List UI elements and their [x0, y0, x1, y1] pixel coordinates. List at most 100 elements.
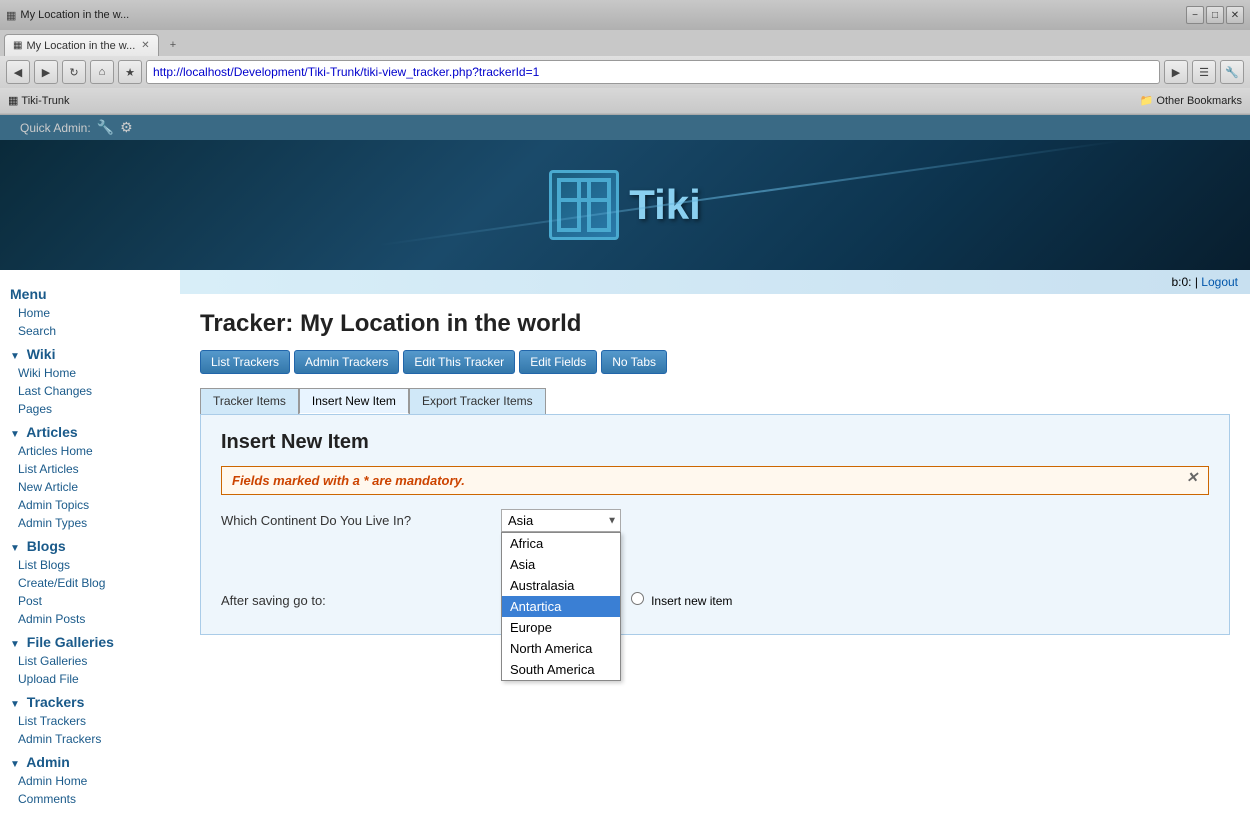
radio-insert-new[interactable]: [631, 592, 644, 605]
window-controls: − □ ✕: [1186, 6, 1244, 24]
sidebar-wiki-title: ▼ Wiki: [0, 340, 180, 364]
logo-icon: [549, 170, 619, 240]
dropdown-option-north-america[interactable]: North America: [502, 638, 620, 659]
bookmark-button[interactable]: ★: [118, 60, 142, 84]
user-info: b:0: |: [1171, 275, 1201, 289]
logout-link[interactable]: Logout: [1201, 275, 1238, 289]
logo-container: Tiki: [549, 170, 701, 240]
content-area: Menu Home Search ▼ Wiki Wiki Home Last C…: [0, 270, 1250, 818]
sidebar-item-create-edit-blog[interactable]: Create/Edit Blog: [0, 574, 180, 592]
form-area: Insert New Item ✕ Fields marked with a *…: [200, 414, 1230, 635]
sidebar-menu-title: Menu: [0, 280, 180, 304]
main-content: b:0: | Logout Tracker: My Location in th…: [180, 270, 1250, 818]
tab-bar: ▦ My Location in the w... ✕ +: [0, 30, 1250, 56]
tab-tracker-items[interactable]: Tracker Items: [200, 388, 299, 414]
sidebar-item-comments[interactable]: Comments: [0, 790, 180, 808]
active-tab[interactable]: ▦ My Location in the w... ✕: [4, 34, 159, 56]
quick-admin-label: Quick Admin:: [20, 121, 91, 135]
dropdown-option-europe[interactable]: Europe: [502, 617, 620, 638]
dropdown-option-africa[interactable]: Africa: [502, 533, 620, 554]
sidebar-item-list-blogs[interactable]: List Blogs: [0, 556, 180, 574]
wiki-triangle-icon: ▼: [10, 351, 20, 362]
radio-insert-text: Insert new item: [651, 594, 732, 608]
tab-title: My Location in the w...: [20, 9, 1186, 21]
continent-select[interactable]: Africa Asia Australasia Antarctica Europ…: [501, 509, 621, 532]
extensions-button[interactable]: 🔧: [1220, 60, 1244, 84]
tabs-bar: Tracker Items Insert New Item Export Tra…: [200, 388, 1230, 414]
form-title: Insert New Item: [221, 431, 1209, 454]
dropdown-option-asia[interactable]: Asia: [502, 554, 620, 575]
sidebar-item-admin-posts[interactable]: Admin Posts: [0, 610, 180, 628]
main-body: Tracker: My Location in the world List T…: [180, 294, 1250, 651]
page-title: Tracker: My Location in the world: [200, 310, 1230, 338]
tab-export-tracker-items[interactable]: Export Tracker Items: [409, 388, 546, 414]
sidebar-item-search[interactable]: Search: [0, 322, 180, 340]
forward-button[interactable]: ▶: [34, 60, 58, 84]
sidebar-articles-title: ▼ Articles: [0, 418, 180, 442]
sidebar-item-last-changes[interactable]: Last Changes: [0, 382, 180, 400]
tab-insert-new-item[interactable]: Insert New Item: [299, 388, 409, 414]
other-bookmarks[interactable]: 📁 Other Bookmarks: [1140, 94, 1242, 107]
url-bar[interactable]: [146, 60, 1160, 84]
new-tab-button[interactable]: +: [161, 34, 185, 56]
logo-text: Tiki: [629, 181, 701, 229]
quick-admin-icon2[interactable]: ⚙: [120, 119, 133, 136]
quick-admin-bar: Quick Admin: 🔧 ⚙: [0, 115, 1250, 140]
sidebar-item-home[interactable]: Home: [0, 304, 180, 322]
articles-triangle-icon: ▼: [10, 429, 20, 440]
tiki-trunk-bookmark[interactable]: ▦ Tiki-Trunk: [8, 94, 69, 107]
edit-tracker-button[interactable]: Edit This Tracker: [403, 350, 515, 374]
home-button[interactable]: ⌂: [90, 60, 114, 84]
sidebar-item-admin-trackers[interactable]: Admin Trackers: [0, 730, 180, 748]
navigate-button[interactable]: ▶: [1164, 60, 1188, 84]
title-bar: ▦ My Location in the w... − □ ✕: [0, 0, 1250, 30]
sidebar-admin-title: ▼ Admin: [0, 748, 180, 772]
close-window-button[interactable]: ✕: [1226, 6, 1244, 24]
list-trackers-button[interactable]: List Trackers: [200, 350, 290, 374]
close-notice-button[interactable]: ✕: [1186, 469, 1198, 486]
trackers-triangle-icon: ▼: [10, 699, 20, 710]
sidebar-item-admin-topics[interactable]: Admin Topics: [0, 496, 180, 514]
tab-close-button[interactable]: ✕: [141, 40, 149, 51]
reload-button[interactable]: ↻: [62, 60, 86, 84]
maximize-button[interactable]: □: [1206, 6, 1224, 24]
sidebar-trackers-title: ▼ Trackers: [0, 688, 180, 712]
continent-label: Which Continent Do You Live In?: [221, 513, 501, 528]
sidebar-item-new-article[interactable]: New Article: [0, 478, 180, 496]
admin-trackers-button[interactable]: Admin Trackers: [294, 350, 399, 374]
dropdown-option-south-america[interactable]: South America: [502, 659, 620, 680]
sidebar-item-articles-home[interactable]: Articles Home: [0, 442, 180, 460]
folder-icon: 📁: [1140, 94, 1154, 107]
blogs-triangle-icon: ▼: [10, 543, 20, 554]
sidebar-item-post[interactable]: Post: [0, 592, 180, 610]
browser-icon: ▦: [6, 9, 16, 22]
minimize-button[interactable]: −: [1186, 6, 1204, 24]
dropdown-option-antarctica[interactable]: Antartica: [502, 596, 620, 617]
admin-triangle-icon: ▼: [10, 759, 20, 770]
bookmark-icon: ▦: [8, 94, 18, 107]
sidebar-item-pages[interactable]: Pages: [0, 400, 180, 418]
sidebar: Menu Home Search ▼ Wiki Wiki Home Last C…: [0, 270, 180, 818]
nav-bar: ◀ ▶ ↻ ⌂ ★ ▶ ☰ 🔧: [0, 56, 1250, 88]
sidebar-item-wiki-home[interactable]: Wiki Home: [0, 364, 180, 382]
sidebar-item-upload-file[interactable]: Upload File: [0, 670, 180, 688]
sidebar-item-list-galleries[interactable]: List Galleries: [0, 652, 180, 670]
radio-label-insert: Insert new item: [631, 592, 733, 608]
sidebar-item-list-articles[interactable]: List Articles: [0, 460, 180, 478]
other-bookmarks-label: Other Bookmarks: [1156, 95, 1242, 107]
sidebar-item-admin-home[interactable]: Admin Home: [0, 772, 180, 790]
after-save-row: After saving go to: List of saved item I…: [221, 592, 1209, 608]
sidebar-item-admin-types[interactable]: Admin Types: [0, 514, 180, 532]
sidebar-item-list-trackers[interactable]: List Trackers: [0, 712, 180, 730]
back-button[interactable]: ◀: [6, 60, 30, 84]
sidebar-file-galleries-title: ▼ File Galleries: [0, 628, 180, 652]
quick-admin-icon1[interactable]: 🔧: [97, 119, 114, 136]
edit-fields-button[interactable]: Edit Fields: [519, 350, 597, 374]
browser-menu-button[interactable]: ☰: [1192, 60, 1216, 84]
no-tabs-button[interactable]: No Tabs: [601, 350, 667, 374]
dropdown-option-australasia[interactable]: Australasia: [502, 575, 620, 596]
bookmarks-bar: ▦ Tiki-Trunk 📁 Other Bookmarks: [0, 88, 1250, 114]
browser-chrome: ▦ My Location in the w... − □ ✕ ▦ My Loc…: [0, 0, 1250, 115]
page-wrapper: Quick Admin: 🔧 ⚙ Tiki Menu Home Search ▼: [0, 115, 1250, 818]
mandatory-notice: ✕ Fields marked with a * are mandatory.: [221, 466, 1209, 495]
